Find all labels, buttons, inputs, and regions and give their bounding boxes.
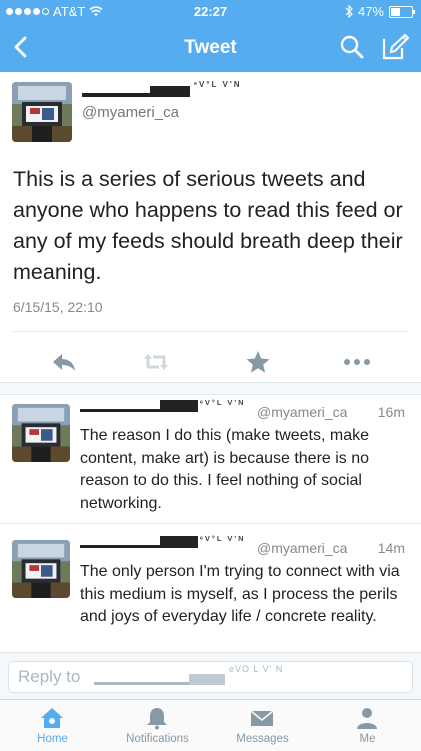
retweet-icon[interactable]: [142, 350, 170, 374]
reply-placeholder: Reply to: [18, 667, 81, 686]
redacted-name-bar-2: [160, 536, 198, 548]
status-right: 47%: [345, 4, 415, 19]
avatar[interactable]: [12, 82, 72, 142]
battery-percent: 47%: [357, 4, 384, 19]
redacted-name-bar-2: [189, 674, 225, 685]
tab-home[interactable]: Home: [0, 700, 105, 751]
home-icon: [41, 708, 63, 728]
tab-notifications[interactable]: Notifications: [105, 700, 210, 751]
reply-tweet[interactable]: ᵉV°L V'N @myameri_ca 16m The reason I do…: [0, 394, 421, 522]
display-name-tag: ᵉV°L V'N: [200, 398, 246, 407]
divider: [0, 523, 421, 524]
tab-label: Me: [359, 733, 376, 745]
user-handle[interactable]: @myameri_ca: [257, 404, 347, 420]
reply-time: 14m: [377, 540, 405, 556]
user-handle[interactable]: @myameri_ca: [257, 540, 347, 556]
bell-icon: [147, 708, 167, 730]
tab-label: Messages: [236, 733, 289, 745]
battery-icon: [389, 5, 415, 18]
reply-time: 16m: [377, 404, 405, 420]
compose-icon[interactable]: [380, 32, 410, 62]
tab-me[interactable]: Me: [315, 700, 420, 751]
user-handle[interactable]: @myameri_ca: [82, 104, 179, 121]
more-icon[interactable]: [342, 350, 372, 374]
divider: [13, 331, 408, 332]
nav-bar: Tweet: [0, 22, 421, 72]
redacted-name-bar-2: [150, 86, 190, 97]
tab-messages[interactable]: Messages: [210, 700, 315, 751]
reply-text: The reason I do this (make tweets, make …: [80, 427, 370, 512]
bluetooth-icon: [345, 5, 353, 18]
tab-bar: Home Notifications Messages Me: [0, 699, 421, 751]
tab-label: Home: [37, 733, 68, 745]
search-icon[interactable]: [339, 34, 365, 60]
status-bar: AT&T 22:27 47%: [0, 0, 421, 22]
avatar[interactable]: [12, 404, 70, 462]
reply-composer: Reply to eVO L V' N: [0, 652, 421, 700]
display-name-tag: eVO L V' N: [229, 664, 284, 674]
person-icon: [357, 708, 377, 729]
display-name-tag: ᵉV°L V'N: [200, 534, 246, 543]
top-bar: AT&T 22:27 47% Tweet: [0, 0, 421, 72]
redacted-name-bar-2: [160, 400, 198, 412]
envelope-icon: [250, 710, 274, 726]
reply-text: The only person I'm trying to connect wi…: [80, 563, 400, 625]
reply-input[interactable]: Reply to eVO L V' N: [8, 661, 413, 693]
tab-label: Notifications: [126, 733, 189, 745]
tweet-actions: [0, 340, 421, 384]
reply-tweet[interactable]: ᵉV°L V'N @myameri_ca 14m The only person…: [0, 530, 421, 650]
display-name-tag: ᵉV°L V'N: [194, 80, 242, 89]
reply-icon[interactable]: [50, 350, 78, 374]
tweet-text: This is a series of serious tweets and a…: [13, 167, 403, 284]
tweet-timestamp: 6/15/15, 22:10: [13, 299, 103, 315]
avatar[interactable]: [12, 540, 70, 598]
favorite-icon[interactable]: [244, 350, 272, 374]
